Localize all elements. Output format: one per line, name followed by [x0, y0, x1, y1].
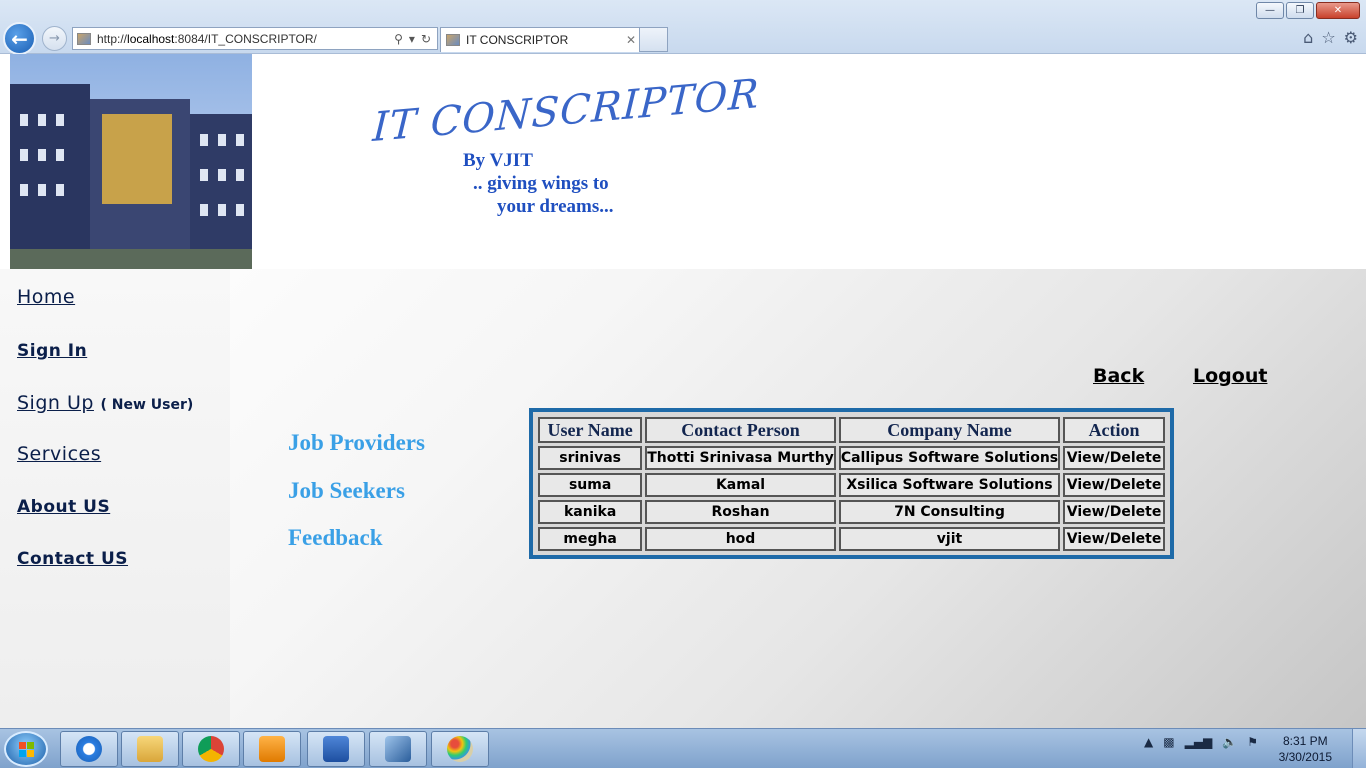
sidebar-item-sign-in[interactable]: Sign In [17, 341, 87, 361]
tab-favicon-icon [446, 34, 460, 46]
folder-icon [137, 736, 163, 762]
taskbar-clock[interactable]: 8:31 PM 3/30/2015 [1279, 733, 1332, 765]
taskbar-media-player[interactable] [243, 731, 301, 767]
table-row: kanika Roshan 7N Consulting View/Delete [538, 500, 1165, 524]
tagline-line-2: your dreams... [497, 196, 614, 217]
view-delete-button[interactable]: View/Delete [1063, 473, 1165, 497]
refresh-icon[interactable]: ↻ [421, 32, 431, 46]
cell-user-name: kanika [538, 500, 643, 524]
table-row: suma Kamal Xsilica Software Solutions Vi… [538, 473, 1165, 497]
site-header: IT CONSCRIPTOR By VJIT .. giving wings t… [0, 54, 1366, 269]
sidebar-item-about-us[interactable]: About US [17, 497, 110, 517]
job-providers-link[interactable]: Job Providers [288, 430, 425, 456]
chrome-icon [198, 736, 224, 762]
settings-gear-icon[interactable]: ⚙ [1344, 28, 1358, 47]
show-hidden-icons-arrow-icon[interactable]: ▲ [1144, 735, 1153, 749]
column-header-contact-person: Contact Person [645, 417, 836, 443]
sidebar-item-contact-us[interactable]: Contact US [17, 549, 128, 569]
cell-company-name: 7N Consulting [838, 500, 1061, 524]
volume-icon[interactable]: 🔈 [1222, 735, 1237, 749]
cell-company-name: vjit [838, 527, 1061, 551]
dropdown-arrow-icon[interactable]: ▾ [409, 32, 415, 46]
paint-icon [447, 736, 473, 762]
column-header-action: Action [1063, 417, 1165, 443]
clock-time: 8:31 PM [1282, 734, 1328, 748]
cell-user-name: suma [538, 473, 643, 497]
cell-user-name: megha [538, 527, 643, 551]
browser-tab[interactable]: IT CONSCRIPTOR ✕ [440, 27, 640, 52]
sidebar: Home Sign In Sign Up ( New User) Service… [0, 269, 230, 728]
forward-arrow-icon[interactable]: → [42, 26, 67, 51]
campus-building-image [10, 54, 252, 269]
show-desktop-button[interactable] [1352, 729, 1366, 768]
taskbar-internet-explorer[interactable] [60, 731, 118, 767]
cell-contact-person: Thotti Srinivasa Murthy [645, 446, 836, 470]
view-delete-button[interactable]: View/Delete [1063, 446, 1165, 470]
view-delete-button[interactable]: View/Delete [1063, 527, 1165, 551]
address-bar[interactable]: http://localhost:8084/IT_CONSCRIPTOR/ ⚲ … [72, 27, 438, 50]
job-seekers-link[interactable]: Job Seekers [288, 478, 405, 504]
clock-date: 3/30/2015 [1278, 750, 1332, 764]
new-tab-button[interactable] [640, 27, 668, 52]
sidebar-item-sign-up[interactable]: Sign Up [17, 392, 94, 414]
table-header-row: User Name Contact Person Company Name Ac… [538, 417, 1165, 443]
start-button[interactable] [4, 731, 48, 767]
taskbar-word[interactable] [307, 731, 365, 767]
byline: By VJIT [463, 150, 533, 171]
taskbar-paint[interactable] [431, 731, 489, 767]
favorites-star-icon[interactable]: ☆ [1321, 28, 1335, 47]
cell-contact-person: hod [645, 527, 836, 551]
sidebar-item-services[interactable]: Services [17, 443, 101, 465]
table-row: srinivas Thotti Srinivasa Murthy Callipu… [538, 446, 1165, 470]
address-url[interactable]: http://localhost:8084/IT_CONSCRIPTOR/ [97, 32, 394, 46]
word-icon [323, 736, 349, 762]
network-device-icon[interactable]: ▩ [1163, 735, 1174, 749]
cell-company-name: Callipus Software Solutions [838, 446, 1061, 470]
close-window-button[interactable]: ✕ [1316, 2, 1360, 19]
column-header-user-name: User Name [538, 417, 643, 443]
minimize-button[interactable]: — [1256, 2, 1284, 19]
taskbar-chrome[interactable] [182, 731, 240, 767]
sign-up-note: ( New User) [100, 397, 194, 413]
web-page: IT CONSCRIPTOR By VJIT .. giving wings t… [0, 54, 1366, 728]
browser-chrome: — ❐ ✕ ← → http://localhost:8084/IT_CONSC… [0, 0, 1366, 55]
internet-explorer-icon [76, 736, 102, 762]
restore-button[interactable]: ❐ [1286, 2, 1314, 19]
tab-title: IT CONSCRIPTOR [466, 33, 569, 47]
cell-contact-person: Kamal [645, 473, 836, 497]
view-delete-button[interactable]: View/Delete [1063, 500, 1165, 524]
window-controls: — ❐ ✕ [1256, 2, 1360, 19]
cell-user-name: srinivas [538, 446, 643, 470]
table-row: megha hod vjit View/Delete [538, 527, 1165, 551]
sidebar-item-home[interactable]: Home [17, 286, 75, 308]
search-icon[interactable]: ⚲ [394, 32, 403, 46]
site-logo-text: IT CONSCRIPTOR [371, 70, 761, 152]
media-player-icon [259, 736, 285, 762]
signal-bars-icon[interactable]: ▂▄▆ [1185, 735, 1213, 749]
page-favicon-icon [77, 32, 91, 45]
job-providers-table: User Name Contact Person Company Name Ac… [529, 408, 1174, 559]
windows-logo-icon [19, 742, 35, 758]
virtualbox-icon [385, 736, 411, 762]
logout-link[interactable]: Logout [1193, 365, 1267, 387]
windows-taskbar: ▲ ▩ ▂▄▆ 🔈 ⚑ 8:31 PM 3/30/2015 [0, 728, 1366, 768]
action-center-flag-icon[interactable]: ⚑ [1247, 735, 1258, 749]
cell-company-name: Xsilica Software Solutions [838, 473, 1061, 497]
column-header-company-name: Company Name [838, 417, 1061, 443]
back-arrow-icon[interactable]: ← [3, 22, 36, 55]
content-area: Home Sign In Sign Up ( New User) Service… [0, 269, 1366, 728]
tab-close-icon[interactable]: ✕ [623, 33, 639, 47]
back-link[interactable]: Back [1093, 365, 1144, 387]
taskbar-virtualbox[interactable] [369, 731, 427, 767]
home-icon[interactable]: ⌂ [1303, 28, 1313, 47]
taskbar-file-explorer[interactable] [121, 731, 179, 767]
sidebar-item-sign-up-row: Sign Up ( New User) [17, 392, 193, 414]
cell-contact-person: Roshan [645, 500, 836, 524]
feedback-link[interactable]: Feedback [288, 525, 383, 551]
tagline-line-1: .. giving wings to [473, 173, 609, 194]
